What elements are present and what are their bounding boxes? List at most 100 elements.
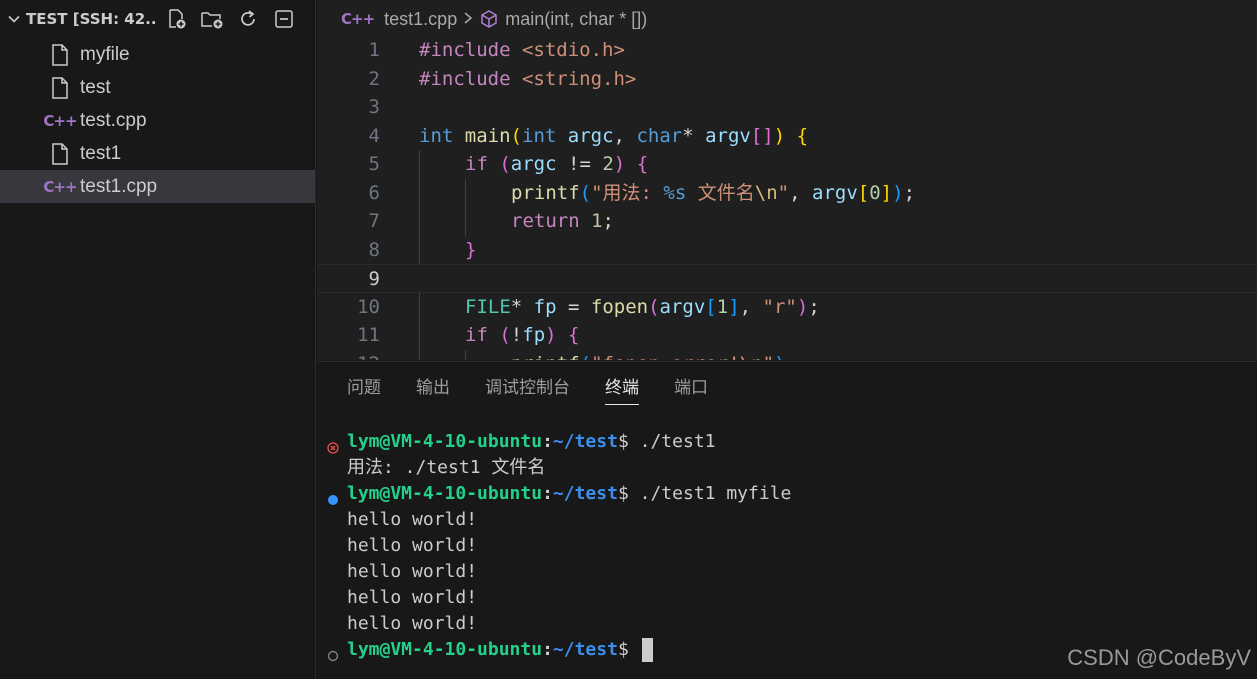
terminal-output-line: hello world! xyxy=(317,507,1257,533)
code-token: ; xyxy=(903,181,916,204)
code-token: "用法: xyxy=(591,181,664,204)
file-name: test xyxy=(80,76,111,98)
code-area[interactable]: 1 #include <stdio.h> 2 #include <string.h> 3… xyxy=(317,36,1257,360)
indent-guide xyxy=(465,349,466,360)
terminal-output-line: hello world! xyxy=(317,585,1257,611)
prompt-user: lym@VM-4-10-ubuntu xyxy=(347,483,543,504)
file-icon xyxy=(48,43,72,67)
code-line[interactable]: 2 #include <string.h> xyxy=(317,65,1257,94)
code-line[interactable]: 11 if (!fp) { xyxy=(317,321,1257,350)
explorer-title[interactable]: TEST [SSH: 42.... xyxy=(26,10,158,28)
prompt-path: ~/test xyxy=(552,639,618,660)
line-number: 4 xyxy=(368,124,380,147)
terminal-cursor xyxy=(641,638,653,662)
code-token: ( xyxy=(510,124,522,147)
code-line[interactable]: 5 if (argc != 2) { xyxy=(317,150,1257,179)
code-token: int xyxy=(419,124,454,147)
code-token: ; xyxy=(808,295,820,318)
chevron-down-icon[interactable] xyxy=(4,9,24,29)
explorer-header[interactable]: TEST [SSH: 42.... xyxy=(0,0,315,38)
terminal[interactable]: lym@VM-4-10-ubuntu:~/test$ ./test1 用法: ./… xyxy=(317,429,1257,663)
code-token: main xyxy=(464,124,511,147)
code-line[interactable]: 1 #include <stdio.h> xyxy=(317,36,1257,65)
code-token: if xyxy=(465,324,488,346)
command-error-icon[interactable] xyxy=(327,436,339,454)
code-token: ; xyxy=(786,353,797,361)
panel-tab[interactable]: 调试控制台 xyxy=(485,373,570,403)
code-token: char xyxy=(636,124,683,147)
code-token: #include xyxy=(419,39,511,61)
code-token: } xyxy=(465,238,477,261)
code-token: fopen xyxy=(590,295,649,318)
code-token: ( xyxy=(499,324,511,346)
code-text: if (!fp) { xyxy=(465,321,580,350)
prompt-dollar: $ xyxy=(617,483,629,504)
terminal-command: ./test1 xyxy=(628,431,716,452)
terminal-output: hello world! xyxy=(347,509,478,530)
breadcrumb: C++ test1.cpp main(int, char * []) xyxy=(317,0,1257,38)
prompt-path: ~/test xyxy=(552,483,618,504)
code-token: 1 xyxy=(591,210,603,232)
line-number: 6 xyxy=(368,181,380,204)
new-file-icon[interactable] xyxy=(162,5,190,33)
file-tree-item[interactable]: test xyxy=(0,71,315,104)
code-text: #include <stdio.h> xyxy=(419,36,625,65)
code-line[interactable]: 3 xyxy=(317,93,1257,122)
file-tree-item[interactable]: C++ test1.cpp xyxy=(0,170,315,203)
code-token: ( xyxy=(579,181,592,204)
panel-tab[interactable]: 端口 xyxy=(674,373,708,403)
command-pending-icon[interactable] xyxy=(327,644,339,662)
code-line[interactable]: 9 xyxy=(317,264,1257,293)
panel-tab[interactable]: 输出 xyxy=(416,373,450,403)
panel-tab[interactable]: 终端 xyxy=(605,373,639,405)
file-tree-item[interactable]: myfile xyxy=(0,38,315,71)
code-text: FILE* fp = fopen(argv[1], "r"); xyxy=(465,293,820,322)
terminal-output-line: hello world! xyxy=(317,533,1257,559)
terminal-output-line: 用法: ./test1 文件名 xyxy=(317,455,1257,481)
terminal-prompt-line: lym@VM-4-10-ubuntu:~/test$ ./test1 myfil… xyxy=(317,481,1257,507)
code-line[interactable]: 6 printf("用法: %s 文件名\n", argv[0]); xyxy=(317,178,1257,208)
breadcrumb-file[interactable]: test1.cpp xyxy=(384,9,457,30)
code-token: printf xyxy=(511,353,580,361)
file-tree-item[interactable]: test1 xyxy=(0,137,315,170)
code-token: ] xyxy=(880,181,893,204)
code-token: ) xyxy=(613,153,626,175)
code-token: 2 xyxy=(602,153,614,175)
code-token: int xyxy=(522,124,557,147)
code-line[interactable]: 7 return 1; xyxy=(317,207,1257,236)
code-token: ) xyxy=(545,324,557,346)
breadcrumb-symbol[interactable]: main(int, char * []) xyxy=(505,9,647,30)
command-success-icon[interactable] xyxy=(327,488,339,505)
code-token: ) xyxy=(796,295,809,318)
indent-guide xyxy=(465,207,466,236)
code-token: ) xyxy=(892,181,904,204)
file-name: myfile xyxy=(80,43,130,65)
terminal-output-line: hello world! xyxy=(317,611,1257,637)
refresh-icon[interactable] xyxy=(234,5,262,33)
line-number: 7 xyxy=(368,210,380,232)
collapse-all-icon[interactable] xyxy=(270,5,298,33)
file-tree-item[interactable]: C++ test.cpp xyxy=(0,104,315,137)
file-tree: myfile test C++ test.cpp test1 C++ test1.cpp xyxy=(0,38,315,203)
line-number: 8 xyxy=(368,238,380,261)
code-token: , xyxy=(739,295,763,318)
code-editor[interactable]: C++ test1.cpp main(int, char * []) 1 #inc… xyxy=(317,0,1257,360)
terminal-prompt-line: lym@VM-4-10-ubuntu:~/test$ ./test1 xyxy=(317,429,1257,455)
bottom-panel: 问题 输出 调试控制台 终端 端口 lym@VM-4-10-ubuntu:~/test$… xyxy=(317,361,1257,679)
code-token: ; xyxy=(602,210,614,232)
indent-guide xyxy=(419,349,420,360)
terminal-output: 用法: ./test1 文件名 xyxy=(347,457,546,478)
file-name: test1 xyxy=(80,142,122,164)
code-line[interactable]: 4 int main(int argc, char* argv[]) { xyxy=(317,122,1257,151)
code-text: printf("用法: %s 文件名\n", argv[0]); xyxy=(511,179,915,208)
code-token: "r" xyxy=(762,295,797,318)
line-number: 5 xyxy=(368,153,380,175)
prompt-colon: : xyxy=(542,483,553,504)
code-line[interactable]: 12 printf("fopen error!\n"); xyxy=(317,349,1257,361)
code-line[interactable]: 8} xyxy=(317,235,1257,264)
symbol-method-icon xyxy=(479,9,499,29)
code-line[interactable]: 10 FILE* fp = fopen(argv[1], "r"); xyxy=(317,292,1257,322)
panel-tab[interactable]: 问题 xyxy=(347,373,381,403)
new-folder-icon[interactable] xyxy=(198,5,226,33)
